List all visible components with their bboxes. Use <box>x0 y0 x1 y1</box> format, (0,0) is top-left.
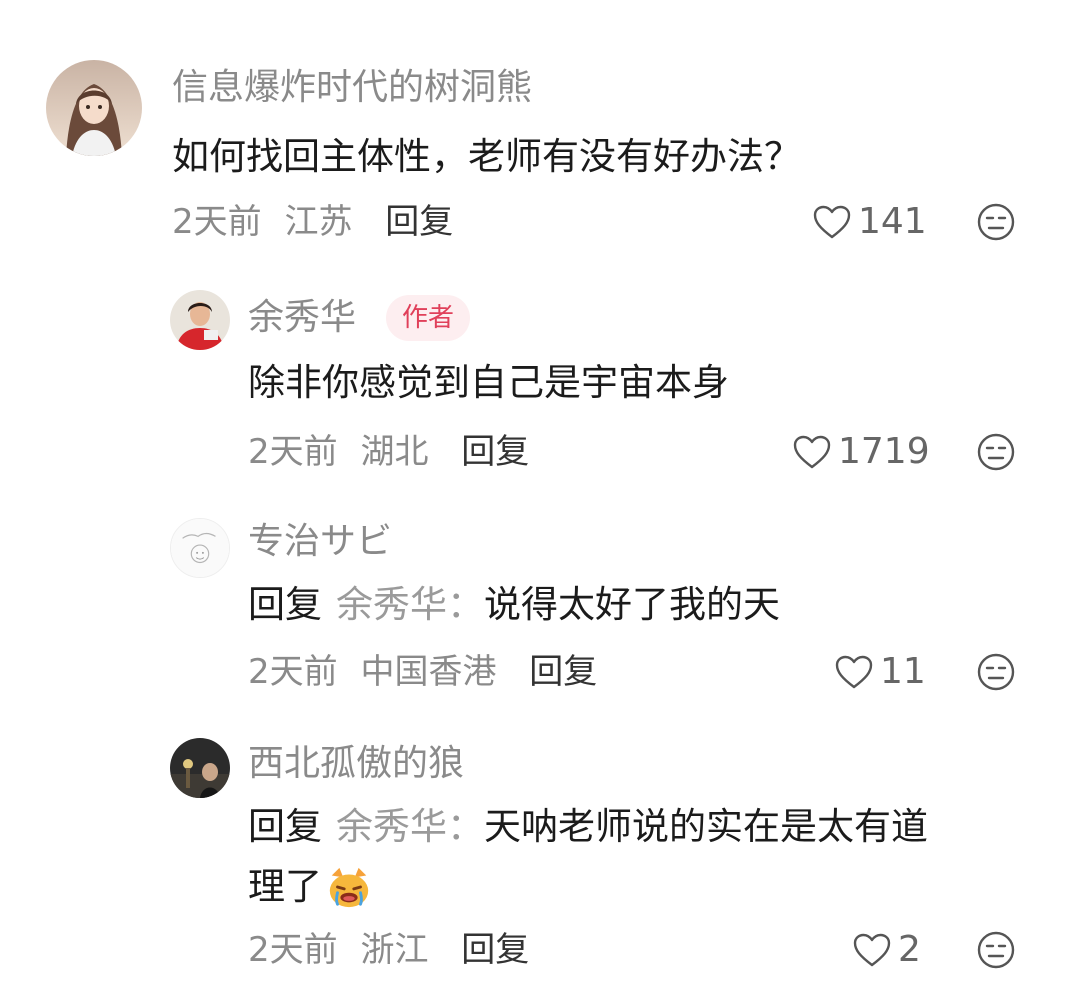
comment-location: 湖北 <box>360 432 429 472</box>
heart-outline-icon <box>793 435 831 469</box>
username[interactable]: 西北孤傲的狼 <box>248 742 464 786</box>
like-count: 2 <box>898 929 921 970</box>
comment-time: 2天前 <box>248 930 338 970</box>
reply-button[interactable]: 回复 <box>385 202 453 242</box>
comment-location: 中国香港 <box>360 652 497 692</box>
comment-text: 回复 余秀华：天呐老师说的实在是太有道 <box>248 796 928 858</box>
heart-outline-icon <box>835 655 873 689</box>
user-avatar[interactable] <box>170 738 230 798</box>
comment-meta: 2天前 中国香港 回复 <box>248 650 597 694</box>
reply-button[interactable]: 回复 <box>529 652 597 692</box>
reply-target-username[interactable]: 余秀华： <box>336 583 484 626</box>
comment-text: 回复 余秀华：说得太好了我的天 <box>248 574 780 636</box>
reply-text: 理了 <box>248 865 322 908</box>
user-avatar[interactable] <box>170 290 230 350</box>
comment-item: 专治サビ 回复 余秀华：说得太好了我的天 2天前 中国香港 回复 11 <box>0 490 1080 720</box>
like-button[interactable]: 2 <box>852 928 921 972</box>
comment-item: 余秀华 作者 除非你感觉到自己是宇宙本身 2天前 湖北 回复 1719 <box>0 260 1080 490</box>
user-avatar[interactable] <box>46 60 142 156</box>
username[interactable]: 专治サビ <box>248 520 392 564</box>
user-avatar[interactable] <box>170 518 230 578</box>
reply-text: 天呐老师说的实在是太有道 <box>484 805 928 848</box>
meh-face-icon <box>977 203 1015 241</box>
comment-time: 2天前 <box>172 202 262 242</box>
like-count: 141 <box>858 201 927 242</box>
girl-portrait-avatar-icon <box>46 60 142 156</box>
dislike-button[interactable] <box>976 652 1016 692</box>
comment-time: 2天前 <box>248 652 338 692</box>
username[interactable]: 信息爆炸时代的树洞熊 <box>172 66 532 110</box>
heart-outline-icon <box>813 205 851 239</box>
comment-text: 除非你感觉到自己是宇宙本身 <box>248 361 729 404</box>
comment-text-continued: 理了 <box>248 856 372 918</box>
reply-target-username[interactable]: 余秀华： <box>336 805 484 848</box>
comment-location: 浙江 <box>360 930 429 970</box>
reply-prefix: 回复 <box>248 583 322 626</box>
like-button[interactable]: 141 <box>812 200 927 244</box>
sketch-avatar-icon <box>171 519 229 577</box>
crying-cat-emoji-icon <box>329 867 369 908</box>
comment-location: 江苏 <box>284 202 353 242</box>
comment-meta: 2天前 江苏 回复 <box>172 200 453 244</box>
reply-button[interactable]: 回复 <box>461 432 529 472</box>
reply-button[interactable]: 回复 <box>461 930 529 970</box>
like-button[interactable]: 11 <box>834 650 926 694</box>
meh-face-icon <box>977 931 1015 969</box>
author-badge: 作者 <box>386 295 471 341</box>
comment-meta: 2天前 湖北 回复 <box>248 430 529 474</box>
comment-item: 西北孤傲的狼 回复 余秀华：天呐老师说的实在是太有道 理了 2天前 浙江 回复 2 <box>0 720 1080 982</box>
heart-outline-icon <box>853 933 891 967</box>
like-count: 11 <box>880 651 926 692</box>
comment-item: 信息爆炸时代的树洞熊 如何找回主体性，老师有没有好办法？ 2天前 江苏 回复 1… <box>0 0 1080 260</box>
dislike-button[interactable] <box>976 432 1016 472</box>
like-button[interactable]: 1719 <box>792 430 930 474</box>
dislike-button[interactable] <box>976 202 1016 242</box>
comment-meta: 2天前 浙江 回复 <box>248 928 529 972</box>
reply-prefix: 回复 <box>248 805 322 848</box>
reply-text: 说得太好了我的天 <box>484 583 780 626</box>
night-street-avatar-icon <box>170 738 230 798</box>
dislike-button[interactable] <box>976 930 1016 970</box>
username[interactable]: 余秀华 <box>248 296 356 340</box>
meh-face-icon <box>977 433 1015 471</box>
comment-time: 2天前 <box>248 432 338 472</box>
like-count: 1719 <box>838 431 930 472</box>
woman-red-shirt-avatar-icon <box>170 290 230 350</box>
comment-text: 如何找回主体性，老师有没有好办法？ <box>172 135 801 178</box>
meh-face-icon <box>977 653 1015 691</box>
